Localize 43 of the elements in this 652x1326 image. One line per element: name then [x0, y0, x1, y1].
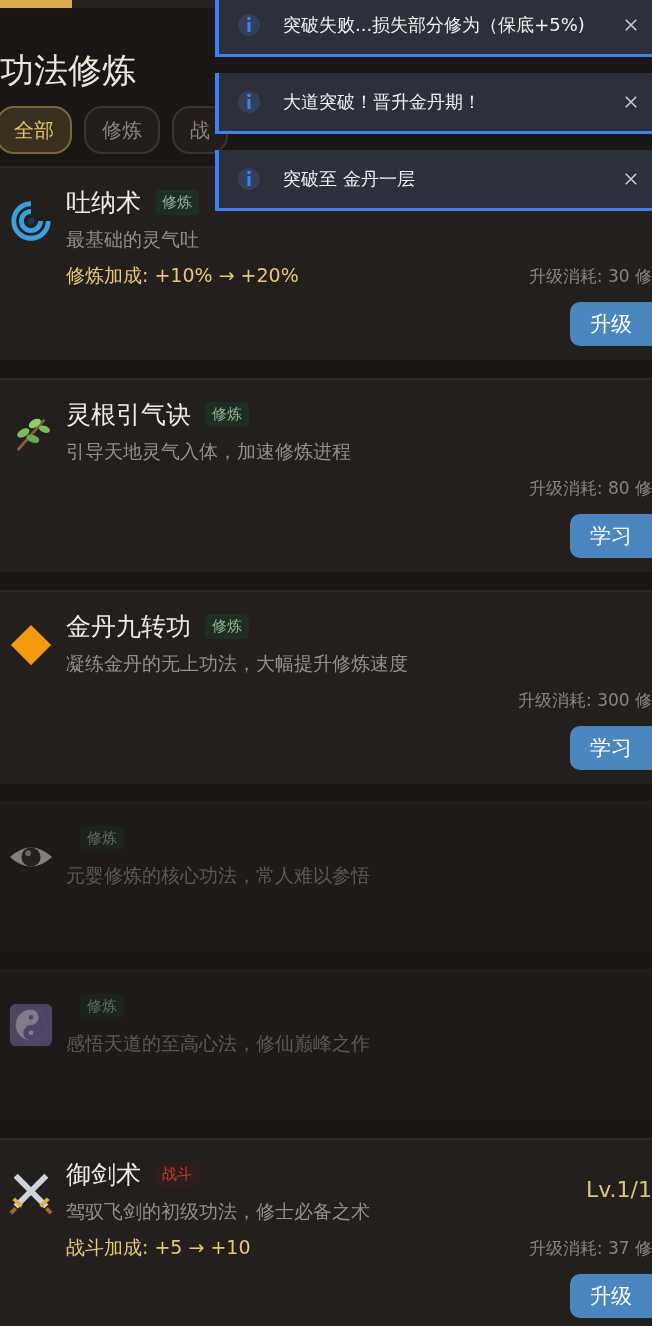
info-icon	[237, 13, 261, 37]
info-icon	[237, 90, 261, 114]
toast-message: 突破至 金丹一层	[283, 167, 416, 191]
action-button[interactable]: 升级	[570, 302, 652, 346]
action-button[interactable]: 升级	[570, 1274, 652, 1318]
category-tag: 修炼	[205, 613, 249, 639]
cost-text: 升级消耗: 30 修	[528, 264, 652, 288]
skill-description: 引导天地灵气入体，加速修炼进程	[66, 439, 352, 464]
skill-description: 元婴修炼的核心功法，常人难以参悟	[66, 863, 371, 888]
skill-name: 灵根引气诀	[66, 398, 191, 431]
info-icon	[237, 167, 261, 191]
close-icon[interactable]	[624, 95, 638, 109]
cost-text: 升级消耗: 80 修	[528, 476, 652, 500]
close-icon[interactable]	[624, 172, 638, 186]
skill-name: 御剑术	[66, 1158, 141, 1191]
skill-name: 吐纳术	[66, 186, 141, 219]
cost-text: 升级消耗: 37 修	[528, 1236, 652, 1260]
page-title: 功法修炼	[0, 49, 136, 92]
skill-name: 金丹九转功	[66, 610, 191, 643]
category-tag: 修炼	[205, 401, 249, 427]
diamond-icon	[8, 622, 54, 668]
bonus-text: 战斗加成: +5 → +10	[66, 1235, 251, 1260]
action-button[interactable]: 学习	[570, 726, 652, 770]
category-tag: 修炼	[155, 189, 199, 215]
cost-text: 升级消耗: 300 修	[518, 688, 652, 712]
category-tag: 修炼	[80, 825, 124, 851]
toast-message: 突破失败...损失部分修为（保底+5%)	[283, 13, 586, 37]
level-text: Lv.1/1	[586, 1176, 652, 1202]
progress-strip	[0, 0, 72, 8]
filter-tab[interactable]: 修炼	[84, 106, 160, 154]
category-tag: 战斗	[155, 1161, 199, 1187]
bonus-text: 修炼加成: +10% → +20%	[66, 263, 299, 288]
category-tag: 修炼	[80, 993, 124, 1019]
yin-yang-icon	[8, 1002, 54, 1048]
skill-description: 驾驭飞剑的初级功法，修士必备之术	[66, 1199, 371, 1224]
close-icon[interactable]	[624, 18, 638, 32]
swirl-icon	[8, 198, 54, 244]
filter-tab[interactable]: 全部	[0, 106, 72, 154]
toast-message: 大道突破！晋升金丹期！	[283, 90, 482, 114]
action-button[interactable]: 学习	[570, 514, 652, 558]
skill-description: 凝练金丹的无上功法，大幅提升修炼速度	[66, 651, 409, 676]
skill-description: 最基础的灵气吐	[66, 227, 200, 252]
skill-description: 感悟天道的至高心法，修仙巅峰之作	[66, 1031, 371, 1056]
